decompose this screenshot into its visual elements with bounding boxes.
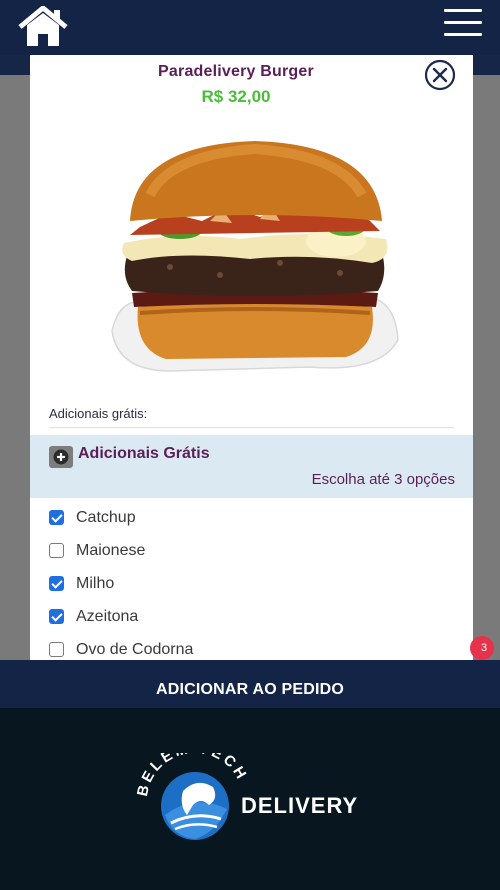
close-circle-icon (424, 59, 456, 91)
option-label: Maionese (76, 541, 146, 559)
section-divider (49, 427, 454, 428)
product-name: Paradelivery Burger (158, 63, 314, 80)
option-maionese[interactable]: Maionese (49, 534, 449, 567)
checkbox[interactable] (49, 543, 64, 558)
logo-side-text: DELIVERY (241, 793, 358, 818)
checkbox[interactable] (49, 609, 64, 624)
burger-photo (111, 141, 399, 372)
hamburger-menu-button[interactable] (444, 7, 484, 39)
option-catchup[interactable]: Catchup (49, 501, 449, 534)
checkbox[interactable] (49, 576, 64, 591)
product-price: R$ 32,00 (201, 87, 271, 106)
addon-options-list: Catchup Maionese Milho Azeitona Ovo de C… (49, 501, 449, 660)
option-label: Azeitona (76, 607, 139, 625)
addon-group-title: Adicionais Grátis (78, 445, 210, 462)
checkbox[interactable] (49, 642, 64, 657)
plus-circle-icon[interactable] (49, 446, 73, 468)
option-azeitona[interactable]: Azeitona (49, 600, 449, 633)
add-to-order-button[interactable]: ADICIONAR AO PEDIDO (0, 660, 500, 708)
section-label: Adicionais grátis: (49, 406, 148, 421)
option-label: Milho (76, 574, 115, 592)
cart-count-badge[interactable]: 3 (470, 636, 494, 660)
option-label: Catchup (76, 508, 136, 526)
product-modal: Paradelivery Burger R$ 32,00 Adicionais … (30, 55, 473, 660)
hamburger-menu-icon (444, 21, 482, 24)
addon-group-header[interactable]: Adicionais Grátis Escolha até 3 opções (30, 435, 473, 498)
brand-logo: BELEM TECH DELIVERY (135, 753, 358, 840)
option-ovo-de-codorna[interactable]: Ovo de Codorna (49, 633, 449, 660)
checkbox[interactable] (49, 510, 64, 525)
home-button[interactable] (16, 4, 70, 48)
option-label: Ovo de Codorna (76, 640, 194, 658)
addon-group-limit: Escolha até 3 opções (311, 471, 455, 488)
close-button[interactable] (424, 59, 456, 91)
home-icon (18, 4, 68, 46)
option-milho[interactable]: Milho (49, 567, 449, 600)
footer: BELEM TECH DELIVERY (0, 708, 500, 890)
hamburger-menu-icon (444, 9, 482, 12)
top-bar (0, 0, 500, 55)
hamburger-menu-icon (444, 33, 482, 36)
